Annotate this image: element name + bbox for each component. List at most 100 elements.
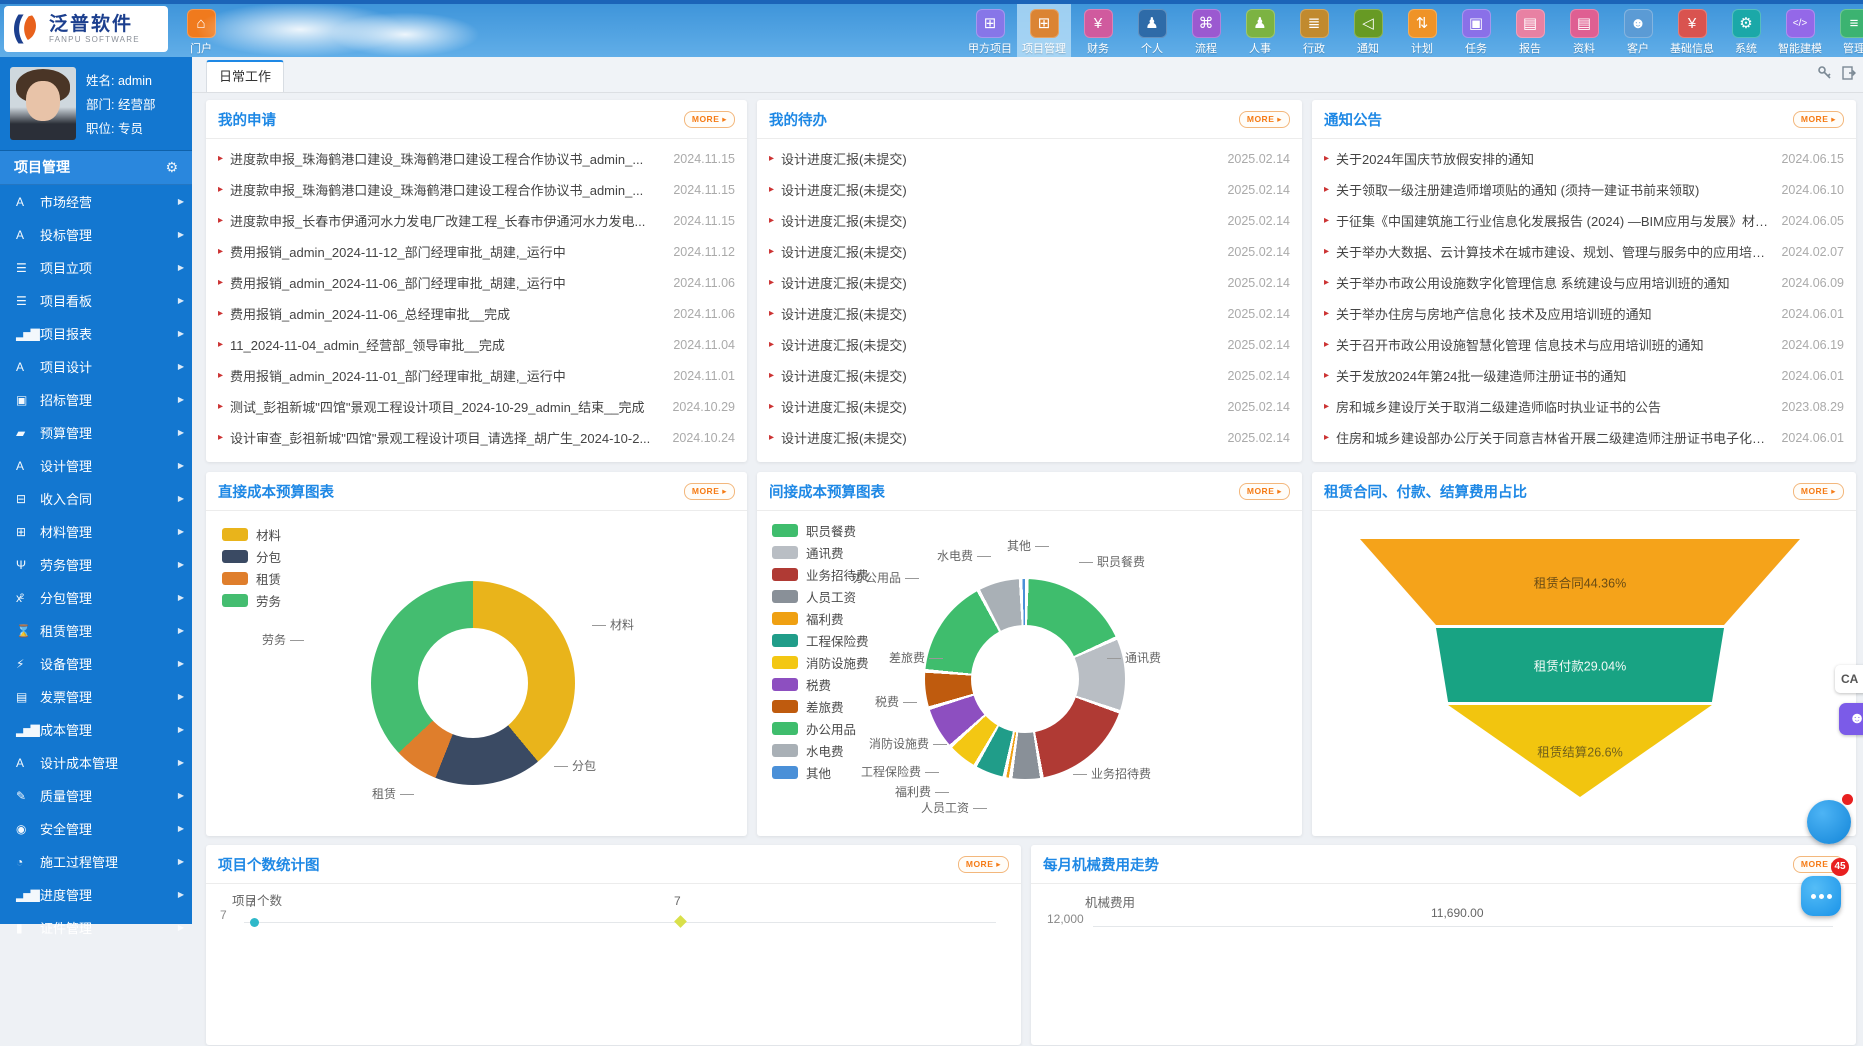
legend-item[interactable]: 工程保险费 (772, 629, 869, 651)
sidebar-item[interactable]: A投标管理▶ (0, 218, 192, 251)
sidebar-section-project-management[interactable]: 项目管理 ⚙ (0, 151, 192, 185)
nav-item[interactable]: ⊞项目管理 (1017, 0, 1071, 57)
list-item[interactable]: ▸关于发放2024年第24批一级建造师注册证书的通知2024.06.01 (1312, 360, 1856, 391)
more-button[interactable]: MORE ▸ (958, 856, 1009, 873)
nav-item[interactable]: ⇅计划 (1395, 0, 1449, 57)
sidebar-item[interactable]: A设计成本管理▶ (0, 746, 192, 779)
sidebar-item[interactable]: ▂▅▇成本管理▶ (0, 713, 192, 746)
indirect-cost-donut-chart[interactable]: 职员餐费通讯费业务招待费人员工资福利费工程保险费消防设施费税费差旅费办公用品水电… (757, 511, 1302, 837)
nav-item[interactable]: ≡管理 (1827, 0, 1863, 57)
list-item[interactable]: ▸关于举办大数据、云计算技术在城市建设、规划、管理与服务中的应用培训班...20… (1312, 236, 1856, 267)
list-item[interactable]: ▸于征集《中国建筑施工行业信息化发展报告 (2024) —BIM应用与发展》材料… (1312, 205, 1856, 236)
nav-item[interactable]: ☻客户 (1611, 0, 1665, 57)
legend-item[interactable]: 材料 (222, 523, 281, 545)
nav-item[interactable]: ▤报告 (1503, 0, 1557, 57)
list-item[interactable]: ▸设计进度汇报(未提交)2025.02.14 (757, 205, 1302, 236)
nav-item[interactable]: </>智能建模 (1773, 0, 1827, 57)
list-item[interactable]: ▸设计审查_彭祖新城"四馆"景观工程设计项目_请选择_胡广生_2024-10-2… (206, 422, 747, 453)
sidebar-item[interactable]: ▣招标管理▶ (0, 383, 192, 416)
sidebar-item[interactable]: ▰预算管理▶ (0, 416, 192, 449)
sidebar-item[interactable]: ☰项目立项▶ (0, 251, 192, 284)
legend-item[interactable]: 劳务 (222, 589, 281, 611)
machine-cost-chart[interactable]: 机械费用 12,000 11,690.00 (1031, 884, 1856, 1046)
nav-item[interactable]: ≣行政 (1287, 0, 1341, 57)
list-item[interactable]: ▸进度款申报_珠海鹤港口建设_珠海鹤港口建设工程合作协议书_admin_...2… (206, 143, 747, 174)
legend-item[interactable]: 人员工资 (772, 585, 869, 607)
ca-badge[interactable]: CA (1835, 665, 1863, 693)
gear-icon[interactable]: ⚙ (165, 151, 178, 184)
list-item[interactable]: ▸设计进度汇报(未提交)2025.02.14 (757, 298, 1302, 329)
list-item[interactable]: ▸进度款申报_珠海鹤港口建设_珠海鹤港口建设工程合作协议书_admin_...2… (206, 174, 747, 205)
list-item[interactable]: ▸设计进度汇报(未提交)2025.02.14 (757, 174, 1302, 205)
list-item[interactable]: ▸住房和城乡建设部办公厅关于同意吉林省开展二级建造师注册证书电子化试点...20… (1312, 422, 1856, 453)
more-button[interactable]: MORE ▸ (1793, 483, 1844, 500)
sidebar-item[interactable]: ◉安全管理▶ (0, 812, 192, 845)
nav-item[interactable]: ⚙系统 (1719, 0, 1773, 57)
funnel-segment[interactable]: 租赁合同44.36% (1360, 539, 1800, 625)
legend-item[interactable]: 水电费 (772, 739, 869, 761)
nav-item[interactable]: ¥基础信息 (1665, 0, 1719, 57)
project-count-chart[interactable]: 项目个数 7 7 7 (206, 884, 1021, 1046)
key-icon[interactable] (1817, 65, 1833, 81)
more-button[interactable]: MORE ▸ (684, 111, 735, 128)
sidebar-item[interactable]: ⊞材料管理▶ (0, 515, 192, 548)
list-item[interactable]: ▸费用报销_admin_2024-11-06_部门经理审批_胡建,_运行中202… (206, 267, 747, 298)
list-item[interactable]: ▸设计进度汇报(未提交)2025.02.14 (757, 267, 1302, 298)
list-item[interactable]: ▸11_2024-11-04_admin_经营部_领导审批__完成2024.11… (206, 329, 747, 360)
legend-item[interactable]: 其他 (772, 761, 869, 783)
more-button[interactable]: MORE ▸ (1239, 483, 1290, 500)
legend-item[interactable]: 福利费 (772, 607, 869, 629)
rental-funnel-chart[interactable]: 租赁合同44.36%租赁付款29.04%租赁结算26.6% (1312, 511, 1856, 837)
list-item[interactable]: ▸关于召开市政公用设施智慧化管理 信息技术与应用培训班的通知2024.06.19 (1312, 329, 1856, 360)
data-point[interactable] (674, 915, 687, 928)
emoji-button[interactable]: ☻ (1839, 703, 1863, 735)
sidebar-item[interactable]: ☰项目看板▶ (0, 284, 192, 317)
list-item[interactable]: ▸费用报销_admin_2024-11-06_总经理审批__完成2024.11.… (206, 298, 747, 329)
nav-item[interactable]: ⌘流程 (1179, 0, 1233, 57)
funnel-segment[interactable]: 租赁结算26.6% (1360, 705, 1800, 797)
list-item[interactable]: ▸设计进度汇报(未提交)2025.02.14 (757, 329, 1302, 360)
sidebar-item[interactable]: ⚡设备管理▶ (0, 647, 192, 680)
direct-cost-donut-chart[interactable]: 材料分包租赁劳务 材料分包租赁劳务 (206, 511, 747, 837)
sidebar-item[interactable]: ▮证件管理▶ (0, 911, 192, 944)
nav-item[interactable]: ♟人事 (1233, 0, 1287, 57)
more-button[interactable]: MORE ▸ (684, 483, 735, 500)
list-item[interactable]: ▸关于2024年国庆节放假安排的通知2024.06.15 (1312, 143, 1856, 174)
list-item[interactable]: ▸房和城乡建设厅关于取消二级建造师临时执业证书的公告2023.08.29 (1312, 391, 1856, 422)
legend-item[interactable]: 差旅费 (772, 695, 869, 717)
sidebar-item[interactable]: ✎质量管理▶ (0, 779, 192, 812)
list-item[interactable]: ▸设计进度汇报(未提交)2025.02.14 (757, 143, 1302, 174)
legend-item[interactable]: 分包 (222, 545, 281, 567)
list-item[interactable]: ▸费用报销_admin_2024-11-01_部门经理审批_胡建,_运行中202… (206, 360, 747, 391)
list-item[interactable]: ▸设计进度汇报(未提交)2025.02.14 (757, 360, 1302, 391)
list-item[interactable]: ▸关于举办住房与房地产信息化 技术及应用培训班的通知2024.06.01 (1312, 298, 1856, 329)
tab-daily-work[interactable]: 日常工作 (206, 60, 284, 92)
list-item[interactable]: ▸设计进度汇报(未提交)2025.02.14 (757, 391, 1302, 422)
sidebar-item[interactable]: ◔施工过程管理▶ (0, 845, 192, 878)
list-item[interactable]: ▸关于领取一级注册建造师增项贴的通知 (须持一建证书前来领取)2024.06.1… (1312, 174, 1856, 205)
nav-item[interactable]: ▣任务 (1449, 0, 1503, 57)
list-item[interactable]: ▸关于举办市政公用设施数字化管理信息 系统建设与应用培训班的通知2024.06.… (1312, 267, 1856, 298)
sidebar-item[interactable]: x²分包管理▶ (0, 581, 192, 614)
sidebar-item[interactable]: ▂▅▇项目报表▶ (0, 317, 192, 350)
nav-item-portal[interactable]: ⌂ 门户 (174, 0, 228, 57)
nav-item[interactable]: ▤资料 (1557, 0, 1611, 57)
list-item[interactable]: ▸进度款申报_长春市伊通河水力发电厂改建工程_长春市伊通河水力发电...2024… (206, 205, 747, 236)
funnel-segment[interactable]: 租赁付款29.04% (1360, 628, 1800, 702)
legend-item[interactable]: 职员餐费 (772, 519, 869, 541)
export-icon[interactable] (1841, 65, 1857, 81)
list-item[interactable]: ▸设计进度汇报(未提交)2025.02.14 (757, 422, 1302, 453)
legend-item[interactable]: 消防设施费 (772, 651, 869, 673)
list-item[interactable]: ▸测试_彭祖新城"四馆"景观工程设计项目_2024-10-29_admin_结束… (206, 391, 747, 422)
sidebar-item[interactable]: ▤发票管理▶ (0, 680, 192, 713)
more-button[interactable]: MORE ▸ (1239, 111, 1290, 128)
sidebar-item[interactable]: A项目设计▶ (0, 350, 192, 383)
sidebar-item[interactable]: ⌛租赁管理▶ (0, 614, 192, 647)
legend-item[interactable]: 办公用品 (772, 717, 869, 739)
nav-item[interactable]: ◁通知 (1341, 0, 1395, 57)
sidebar-item[interactable]: ▂▅▇进度管理▶ (0, 878, 192, 911)
nav-item[interactable]: ⊞甲方项目 (963, 0, 1017, 57)
chat-bubble-button[interactable] (1801, 876, 1841, 916)
legend-item[interactable]: 税费 (772, 673, 869, 695)
legend-item[interactable]: 租赁 (222, 567, 281, 589)
